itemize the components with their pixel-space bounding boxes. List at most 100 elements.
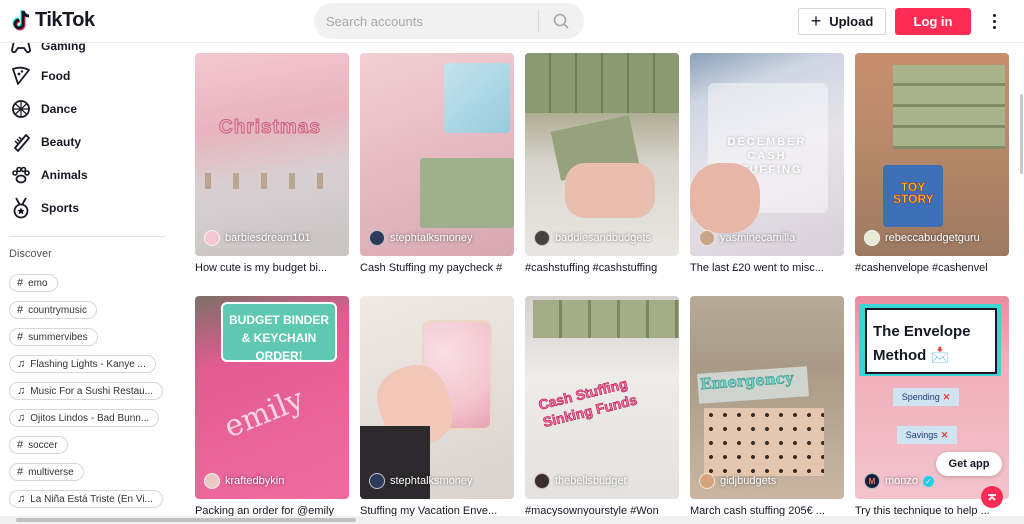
upload-button[interactable]: + Upload	[798, 8, 886, 35]
back-to-top-button[interactable]	[981, 486, 1003, 508]
arrow-up-icon	[988, 494, 996, 501]
sidebar-item-label: Food	[41, 69, 71, 83]
video-thumbnail[interactable]: Christmas barbiesdream101	[195, 53, 349, 256]
avatar	[204, 473, 220, 489]
horizontal-scrollbar[interactable]	[0, 516, 1024, 524]
logo-text: TikTok	[35, 9, 95, 31]
sidebar-item-gaming[interactable]: Gaming	[10, 43, 86, 58]
video-overlay-text: BUDGET BINDER & KEYCHAIN ORDER!	[228, 313, 329, 363]
emily-lettering: emily	[219, 381, 309, 446]
video-card[interactable]: stephtalksmoney Cash Stuffing my paychec…	[360, 53, 514, 274]
video-card[interactable]: TOY STORY rebeccabudgetguru #cashenvelop…	[855, 53, 1009, 274]
hashtag-icon: #	[17, 277, 24, 289]
avatar: M	[864, 473, 880, 489]
tiktok-logo[interactable]: TikTok	[12, 9, 95, 32]
video-author[interactable]: rebeccabudgetguru	[864, 230, 980, 246]
vertical-scrollbar[interactable]	[1020, 44, 1023, 484]
sidebar-item-label: Gaming	[41, 43, 86, 53]
video-thumbnail[interactable]: stephtalksmoney	[360, 53, 514, 256]
video-author[interactable]: kraftedbykin	[204, 473, 284, 489]
avatar	[699, 230, 715, 246]
video-card[interactable]: Cash Stuffing Sinking Funds thebellsbudg…	[525, 296, 679, 517]
cross-icon: ✕	[940, 429, 949, 440]
hashtag-icon: #	[17, 331, 24, 343]
top-header: TikTok + Upload Log in	[0, 0, 1024, 43]
discover-tag[interactable]: ♫ La Niña Está Triste (En Vi...	[9, 490, 163, 508]
video-thumbnail[interactable]: DECEMBER CASH STUFFING yasminecamilla	[690, 53, 844, 256]
video-author[interactable]: stephtalksmoney	[369, 230, 473, 246]
login-button[interactable]: Log in	[895, 8, 971, 35]
video-card[interactable]: BUDGET BINDER & KEYCHAIN ORDER! emily kr…	[195, 296, 349, 517]
tiktok-note-icon	[12, 9, 30, 30]
music-note-icon: ♫	[17, 385, 26, 397]
cash-bills	[420, 158, 514, 228]
gamepad-icon	[10, 43, 32, 57]
video-thumbnail[interactable]: Emergency gidjbudgets	[690, 296, 844, 499]
get-app-button[interactable]: Get app	[936, 452, 1002, 476]
sidebar: Gaming Food Dance Beauty Animals Sports …	[0, 43, 178, 524]
discover-tag[interactable]: ♫ Music For a Sushi Restau...	[9, 382, 164, 400]
discover-title: Discover	[9, 248, 52, 260]
music-note-icon: ♫	[17, 412, 26, 424]
discover-tag[interactable]: # multiverse	[9, 463, 84, 481]
sidebar-item-label: Beauty	[41, 135, 82, 149]
video-caption[interactable]: #cashstuffing #cashstuffing	[525, 262, 679, 274]
scrollbar-thumb[interactable]	[16, 518, 356, 522]
avatar	[369, 230, 385, 246]
hands	[690, 163, 760, 233]
video-author[interactable]: barbiesdream101	[204, 230, 311, 246]
video-author[interactable]: yasminecamilla	[699, 230, 795, 246]
video-thumbnail[interactable]: BUDGET BINDER & KEYCHAIN ORDER! emily kr…	[195, 296, 349, 499]
video-author[interactable]: M monzo ✓	[864, 473, 935, 489]
video-card[interactable]: The Envelope Method 📩 Spending ✕ Savings ✕…	[855, 296, 1009, 517]
discover-tag[interactable]: # emo	[9, 274, 58, 292]
search-icon	[553, 13, 569, 29]
video-caption[interactable]: How cute is my budget bi...	[195, 262, 349, 274]
video-card[interactable]: Emergency gidjbudgets March cash stuffin…	[690, 296, 844, 517]
binder-rings	[205, 173, 345, 189]
paw-icon	[10, 164, 32, 186]
discover-tag[interactable]: # summervibes	[9, 328, 98, 346]
sidebar-item-animals[interactable]: Animals	[10, 163, 88, 187]
sidebar-item-beauty[interactable]: Beauty	[10, 130, 81, 154]
video-author[interactable]: baddiesandbudgets	[534, 230, 651, 246]
video-overlay-text: Christmas	[219, 117, 321, 139]
leopard-binder	[704, 408, 824, 476]
video-caption[interactable]: The last £20 went to misc...	[690, 262, 844, 274]
video-author[interactable]: thebellsbudget	[534, 473, 627, 489]
video-thumbnail[interactable]: stephtalksmoney	[360, 296, 514, 499]
video-caption[interactable]: Cash Stuffing my paycheck #	[360, 262, 514, 274]
video-thumbnail[interactable]: baddiesandbudgets	[525, 53, 679, 256]
hashtag-icon: #	[17, 304, 24, 316]
cash-stacks	[525, 53, 679, 113]
avatar	[534, 230, 550, 246]
discover-tag[interactable]: # countrymusic	[9, 301, 98, 319]
video-card[interactable]: Christmas barbiesdream101 How cute is my…	[195, 53, 349, 274]
discover-tag[interactable]: ♫ Ojitos Lindos - Bad Bunn...	[9, 409, 160, 427]
search-button[interactable]	[539, 3, 583, 39]
music-note-icon: ♫	[17, 493, 26, 505]
video-author[interactable]: gidjbudgets	[699, 473, 776, 489]
video-card[interactable]: stephtalksmoney Stuffing my Vacation Env…	[360, 296, 514, 517]
search-input[interactable]	[314, 13, 538, 29]
discover-tag[interactable]: # soccer	[9, 436, 68, 454]
sidebar-item-label: Dance	[41, 102, 78, 116]
discover-tag[interactable]: ♫ Flashing Lights - Kanye ...	[9, 355, 156, 373]
video-author[interactable]: stephtalksmoney	[369, 473, 473, 489]
video-thumbnail[interactable]: Cash Stuffing Sinking Funds thebellsbudg…	[525, 296, 679, 499]
avatar	[699, 473, 715, 489]
video-card[interactable]: baddiesandbudgets #cashstuffing #cashstu…	[525, 53, 679, 274]
sidebar-divider	[9, 236, 165, 237]
avatar	[864, 230, 880, 246]
hands	[565, 163, 655, 218]
video-card[interactable]: DECEMBER CASH STUFFING yasminecamilla Th…	[690, 53, 844, 274]
video-thumbnail[interactable]: TOY STORY rebeccabudgetguru	[855, 53, 1009, 256]
sidebar-item-sports[interactable]: Sports	[10, 196, 79, 220]
more-options-icon[interactable]	[986, 11, 1002, 31]
comb-icon	[10, 131, 32, 153]
sidebar-item-label: Animals	[41, 168, 88, 182]
sidebar-item-dance[interactable]: Dance	[10, 97, 77, 121]
sidebar-item-food[interactable]: Food	[10, 64, 70, 88]
video-caption[interactable]: #cashenvelope #cashenvel	[855, 262, 1009, 274]
scrollbar-thumb[interactable]	[1020, 94, 1023, 174]
